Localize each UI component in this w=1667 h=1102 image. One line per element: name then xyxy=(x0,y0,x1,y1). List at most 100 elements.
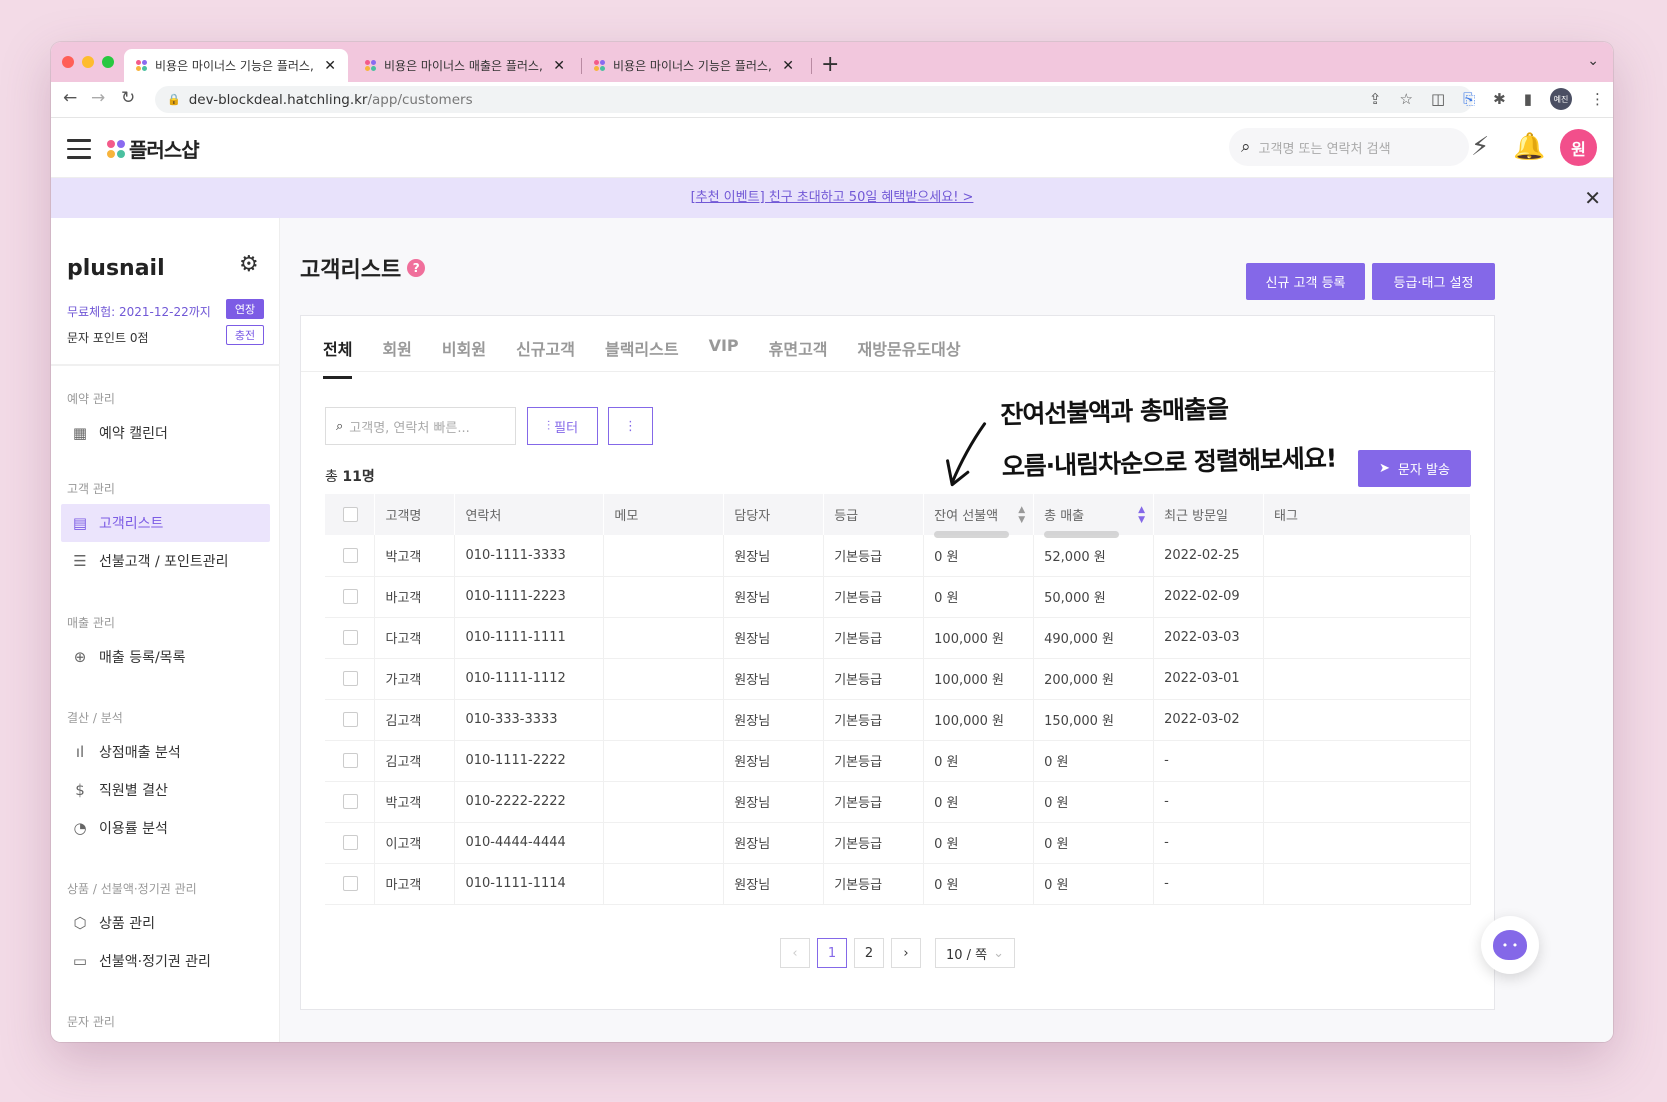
sidebar-item-store-sales-analysis[interactable]: ıl 상점매출 분석 xyxy=(61,733,270,771)
table-row[interactable]: 박고객 010-1111-3333 원장님 기본등급 0 원 52,000 원 2022-0… xyxy=(325,535,1471,576)
cell-memo xyxy=(603,658,725,699)
row-checkbox[interactable] xyxy=(343,589,358,604)
tab-title: 비용은 마이너스 기능은 플러스, 플러스 xyxy=(613,59,774,73)
table-row[interactable]: 가고객 010-1111-1112 원장님 기본등급 100,000 원 200,000 … xyxy=(325,658,1471,699)
table-row[interactable]: 김고객 010-1111-2222 원장님 기본등급 0 원0 원- xyxy=(325,740,1471,781)
select-all-checkbox[interactable] xyxy=(343,507,358,522)
bell-icon[interactable]: 🔔 xyxy=(1513,132,1545,162)
tab-list-chevron-icon[interactable]: ⌄ xyxy=(1587,53,1599,69)
new-tab-icon[interactable]: + xyxy=(821,52,839,77)
cell-name: 김고객 xyxy=(374,699,456,740)
row-checkbox[interactable] xyxy=(343,753,358,768)
row-checkbox[interactable] xyxy=(343,794,358,809)
bookmark-star-icon[interactable]: ☆ xyxy=(1400,90,1413,108)
prev-page-icon[interactable]: ‹ xyxy=(780,938,810,968)
translate-icon[interactable]: ⎘ xyxy=(1463,90,1475,108)
camera-icon[interactable]: ◫ xyxy=(1431,90,1445,108)
close-tab-icon[interactable]: ✕ xyxy=(553,58,565,74)
favicon-icon xyxy=(136,60,147,71)
sidebar-item-usage-analysis[interactable]: ◔ 이용률 분석 xyxy=(61,809,270,847)
cell-last-visit: 2022-03-02 xyxy=(1153,699,1265,740)
tab-member[interactable]: 회원 xyxy=(382,336,411,379)
app-logo[interactable]: 플러스샵 xyxy=(107,134,200,163)
sidebar-item-staff-settlement[interactable]: $ 직원별 결산 xyxy=(61,771,270,809)
maximize-window-button[interactable] xyxy=(102,56,114,68)
browser-tab-1[interactable]: 비용은 마이너스 기능은 플러스, 플러스 ✕ xyxy=(124,49,348,82)
close-banner-icon[interactable]: ✕ xyxy=(1584,186,1601,210)
quick-search-input[interactable]: ⌕ 고객명, 연락처 빠른... xyxy=(325,407,516,445)
close-tab-icon[interactable]: ✕ xyxy=(324,58,336,74)
sidebar-item-prepaid-points[interactable]: ☰ 선불고객 / 포인트관리 xyxy=(61,542,270,580)
lightning-icon[interactable]: ⚡ xyxy=(1471,132,1489,162)
more-options-button[interactable]: ⋮ xyxy=(608,407,653,445)
cell-grade: 기본등급 xyxy=(823,781,925,822)
browser-tab-2[interactable]: 비용은 마이너스 매출은 플러스, 플러스 ✕ xyxy=(353,49,577,82)
user-avatar[interactable]: 원 xyxy=(1560,129,1597,166)
cell-phone: 010-333-3333 xyxy=(454,699,605,740)
table-row[interactable]: 이고객 010-4444-4444 원장님 기본등급 0 원0 원- xyxy=(325,822,1471,863)
sidebar-item-products[interactable]: ⬡ 상품 관리 xyxy=(61,904,270,942)
sidepanel-icon[interactable]: ▮ xyxy=(1524,90,1532,108)
sidebar-item-sales-register[interactable]: ⊕ 매출 등록/목록 xyxy=(61,638,270,676)
page-2-button[interactable]: 2 xyxy=(854,938,884,968)
address-bar[interactable]: 🔒 dev-blockdeal.hatchling.kr/app/custome… xyxy=(155,86,1473,113)
tab-all[interactable]: 전체 xyxy=(323,336,353,379)
gear-icon[interactable]: ⚙ xyxy=(239,252,259,277)
filter-button[interactable]: ⫶ 필터 xyxy=(527,407,598,445)
forward-icon[interactable]: → xyxy=(91,88,105,108)
next-page-icon[interactable]: › xyxy=(891,938,921,968)
reload-icon[interactable]: ↻ xyxy=(121,88,135,108)
tab-revisit-target[interactable]: 재방문유도대상 xyxy=(858,336,961,379)
table-row[interactable]: 김고객 010-333-3333 원장님 기본등급 100,000 원 150,000 원… xyxy=(325,699,1471,740)
sidebar-item-customer-list[interactable]: ▤ 고객리스트 xyxy=(61,504,270,542)
share-icon[interactable]: ⇪ xyxy=(1369,90,1382,108)
row-checkbox[interactable] xyxy=(343,547,358,563)
new-customer-button[interactable]: 신규 고객 등록 xyxy=(1246,263,1365,300)
extend-button[interactable]: 연장 xyxy=(226,299,264,319)
browser-tab-3[interactable]: 비용은 마이너스 기능은 플러스, 플러스 ✕ xyxy=(582,49,806,82)
cell-last-visit: - xyxy=(1153,822,1265,863)
table-row[interactable]: 박고객 010-2222-2222 원장님 기본등급 0 원0 원- xyxy=(325,781,1471,822)
page-1-button[interactable]: 1 xyxy=(817,938,847,968)
customer-search-input[interactable]: ⌕ 고객명 또는 연락처 검색 xyxy=(1229,128,1469,166)
tab-vip[interactable]: VIP xyxy=(709,336,739,379)
row-checkbox[interactable] xyxy=(343,671,358,686)
row-checkbox[interactable] xyxy=(343,876,358,891)
chat-support-button[interactable]: • • xyxy=(1481,916,1539,974)
row-checkbox-cell xyxy=(325,576,376,617)
page-size-select[interactable]: 10 / 쪽 ⌄ xyxy=(935,938,1015,968)
tab-non-member[interactable]: 비회원 xyxy=(442,336,486,379)
back-icon[interactable]: ← xyxy=(63,88,77,108)
column-header-sales[interactable]: 총 매출 ▲ ▼ xyxy=(1033,494,1155,535)
close-tab-icon[interactable]: ✕ xyxy=(782,58,794,74)
row-checkbox[interactable] xyxy=(343,835,358,850)
event-banner-link[interactable]: [추천 이벤트] 친구 초대하고 50일 혜택받으세요! > xyxy=(691,190,974,205)
total-count: 총 11명 xyxy=(325,466,375,486)
tab-new[interactable]: 신규고객 xyxy=(516,336,575,379)
minimize-window-button[interactable] xyxy=(82,56,94,68)
tab-blacklist[interactable]: 블랙리스트 xyxy=(605,336,679,379)
close-window-button[interactable] xyxy=(62,56,74,68)
profile-avatar[interactable]: 예진 xyxy=(1550,88,1572,110)
grade-tag-settings-button[interactable]: 등급·태그 설정 xyxy=(1372,263,1495,300)
sort-icon[interactable]: ▲ ▼ xyxy=(1018,505,1025,525)
send-sms-button[interactable]: ➤ 문자 발송 xyxy=(1358,450,1471,487)
row-checkbox[interactable] xyxy=(343,712,358,727)
charge-button[interactable]: 충전 xyxy=(226,325,264,345)
table-row[interactable]: 바고객 010-1111-2223 원장님 기본등급 0 원 50,000 원 2022-0… xyxy=(325,576,1471,617)
sidebar-item-prepaid-pass[interactable]: ▭ 선불액·정기권 관리 xyxy=(61,942,270,980)
help-icon[interactable]: ? xyxy=(407,259,426,277)
table-row[interactable]: 다고객 010-1111-1111 원장님 기본등급 100,000 원 490,000 … xyxy=(325,617,1471,658)
extensions-icon[interactable]: ✱ xyxy=(1493,90,1506,108)
row-checkbox-cell xyxy=(325,699,376,740)
column-header-prepaid[interactable]: 잔여 선불액 ▲ ▼ xyxy=(923,494,1035,535)
sort-icon[interactable]: ▲ ▼ xyxy=(1138,505,1145,525)
tab-dormant[interactable]: 휴면고객 xyxy=(769,336,828,379)
cell-grade: 기본등급 xyxy=(823,822,925,863)
menu-kebab-icon[interactable]: ⋮ xyxy=(1590,90,1605,108)
row-checkbox[interactable] xyxy=(343,630,358,645)
hamburger-menu-icon[interactable] xyxy=(67,139,91,165)
sidebar-item-calendar[interactable]: ▦ 예약 캘린더 xyxy=(61,414,270,452)
table-row[interactable]: 마고객 010-1111-1114 원장님 기본등급 0 원0 원- xyxy=(325,863,1471,904)
cell-name: 바고객 xyxy=(374,576,456,617)
